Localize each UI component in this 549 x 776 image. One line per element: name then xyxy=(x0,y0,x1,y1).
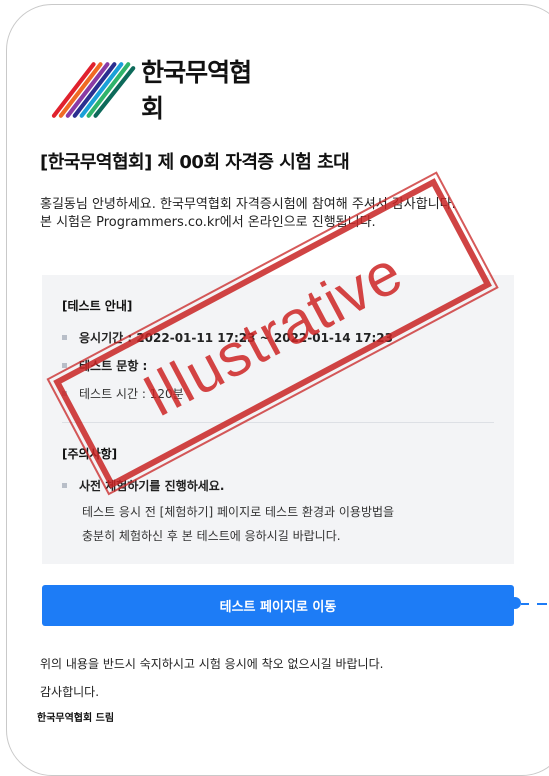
signature: 한국무역협회 드림 xyxy=(37,713,115,724)
connector-dash xyxy=(537,603,547,605)
kita-logo: 한국무역협회 xyxy=(46,54,272,124)
bullet-icon xyxy=(62,483,67,488)
email-title: [한국무역협회] 제 00회 자격증 시험 초대 xyxy=(40,152,350,173)
footer-line-2: 감사합니다. xyxy=(40,685,100,699)
connector-line xyxy=(521,603,529,605)
connector-dot-icon xyxy=(509,597,521,609)
intro-line-1: 홍길동님 안녕하세요. 한국무역협회 자격증시험에 참여해 주셔서 감사합니다. xyxy=(40,197,456,212)
notes-item-line-2: 충분히 체험하신 후 본 테스트에 응하시길 바랍니다. xyxy=(82,529,341,543)
notes-item-title: 사전 체험하기를 진행하세요. xyxy=(79,479,225,493)
footer-line-1: 위의 내용을 반드시 숙지하시고 시험 응시에 착오 없으시길 바랍니다. xyxy=(40,657,384,671)
kita-logo-mark-icon xyxy=(51,62,136,118)
test-info-heading: [테스트 안내] xyxy=(62,299,133,313)
bullet-icon xyxy=(62,363,67,368)
kita-logo-text: 한국무역협회 xyxy=(141,58,252,123)
bullet-icon xyxy=(62,335,67,340)
notes-item-line-1: 테스트 응시 전 [체험하기] 페이지로 테스트 환경과 이용방법을 xyxy=(82,505,395,519)
go-to-test-page-button[interactable]: 테스트 페이지로 이동 xyxy=(42,585,514,626)
